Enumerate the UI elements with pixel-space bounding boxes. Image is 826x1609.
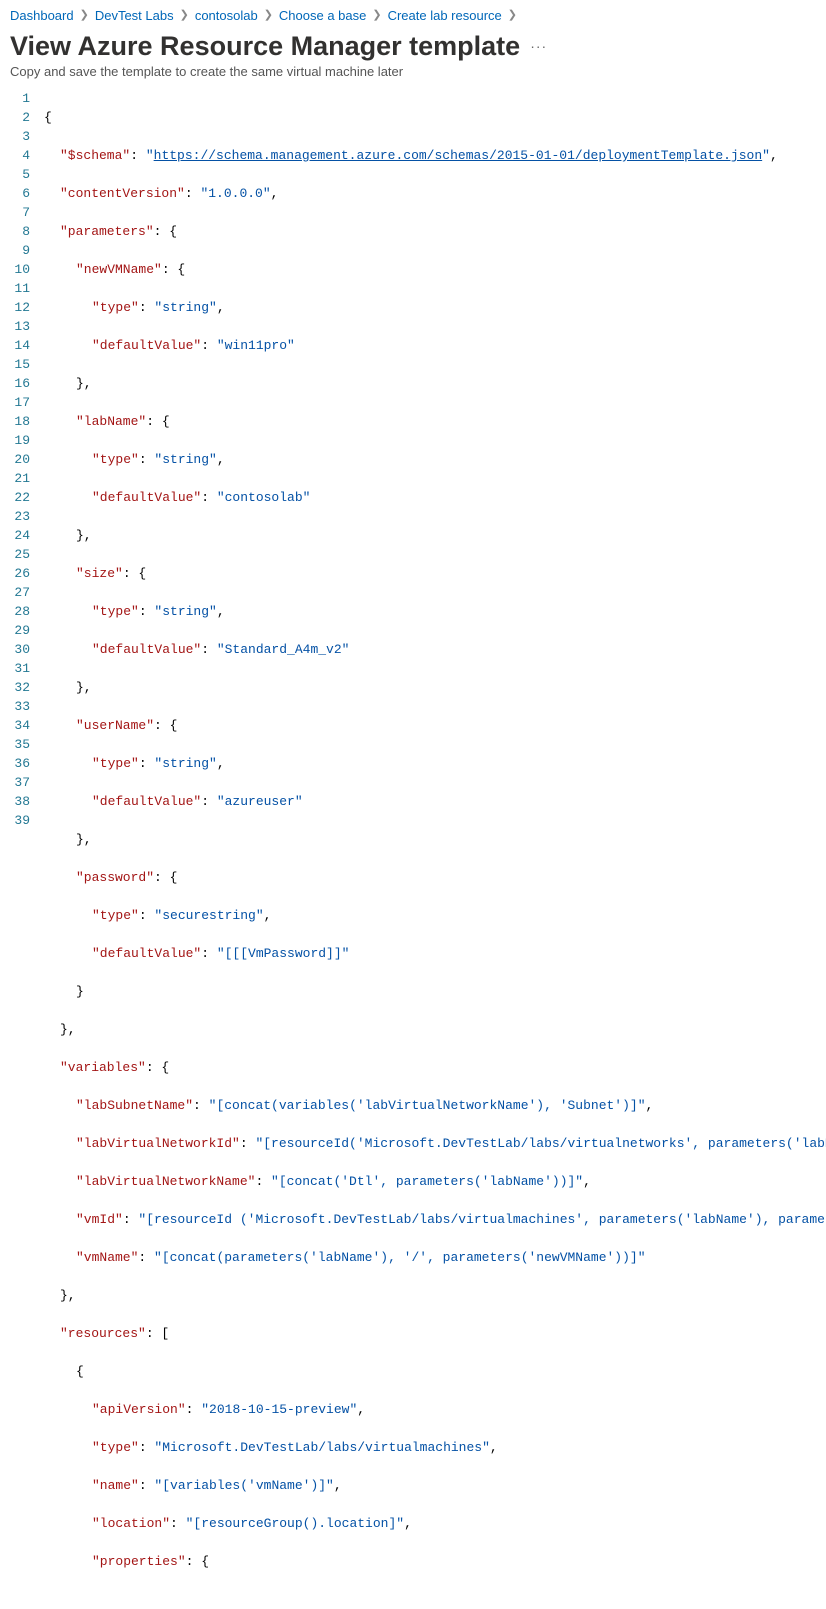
line-number: 3 xyxy=(0,127,30,146)
page-title: View Azure Resource Manager template xyxy=(10,31,520,62)
line-number: 34 xyxy=(0,716,30,735)
breadcrumb-devtest-labs[interactable]: DevTest Labs xyxy=(95,8,174,23)
line-number-gutter: 1234567891011121314151617181920212223242… xyxy=(0,89,44,1609)
line-number: 33 xyxy=(0,697,30,716)
line-number: 15 xyxy=(0,355,30,374)
line-number: 7 xyxy=(0,203,30,222)
page-subtitle: Copy and save the template to create the… xyxy=(0,62,826,89)
schema-link[interactable]: https://schema.management.azure.com/sche… xyxy=(154,148,763,163)
line-number: 29 xyxy=(0,621,30,640)
line-number: 13 xyxy=(0,317,30,336)
line-number: 18 xyxy=(0,412,30,431)
line-number: 23 xyxy=(0,507,30,526)
breadcrumb-dashboard[interactable]: Dashboard xyxy=(10,8,74,23)
code-content[interactable]: { "$schema": "https://schema.management.… xyxy=(44,89,826,1609)
chevron-right-icon: ❯ xyxy=(80,10,89,21)
line-number: 19 xyxy=(0,431,30,450)
line-number: 17 xyxy=(0,393,30,412)
breadcrumb-create-lab-resource[interactable]: Create lab resource xyxy=(388,8,502,23)
breadcrumb-choose-base[interactable]: Choose a base xyxy=(279,8,366,23)
line-number: 4 xyxy=(0,146,30,165)
line-number: 10 xyxy=(0,260,30,279)
line-number: 27 xyxy=(0,583,30,602)
line-number: 12 xyxy=(0,298,30,317)
chevron-right-icon: ❯ xyxy=(372,10,381,21)
more-actions-button[interactable]: ··· xyxy=(530,38,547,56)
line-number: 26 xyxy=(0,564,30,583)
line-number: 9 xyxy=(0,241,30,260)
line-number: 2 xyxy=(0,108,30,127)
line-number: 31 xyxy=(0,659,30,678)
line-number: 5 xyxy=(0,165,30,184)
code-editor[interactable]: 1234567891011121314151617181920212223242… xyxy=(0,89,826,1609)
line-number: 21 xyxy=(0,469,30,488)
line-number: 35 xyxy=(0,735,30,754)
line-number: 22 xyxy=(0,488,30,507)
line-number: 25 xyxy=(0,545,30,564)
line-number: 14 xyxy=(0,336,30,355)
line-number: 38 xyxy=(0,792,30,811)
line-number: 32 xyxy=(0,678,30,697)
line-number: 39 xyxy=(0,811,30,830)
breadcrumb: Dashboard ❯ DevTest Labs ❯ contosolab ❯ … xyxy=(0,0,826,27)
breadcrumb-contosolab[interactable]: contosolab xyxy=(195,8,258,23)
line-number: 11 xyxy=(0,279,30,298)
line-number: 30 xyxy=(0,640,30,659)
line-number: 1 xyxy=(0,89,30,108)
line-number: 8 xyxy=(0,222,30,241)
line-number: 24 xyxy=(0,526,30,545)
chevron-right-icon: ❯ xyxy=(264,10,273,21)
line-number: 16 xyxy=(0,374,30,393)
line-number: 20 xyxy=(0,450,30,469)
line-number: 37 xyxy=(0,773,30,792)
chevron-right-icon: ❯ xyxy=(508,10,517,21)
line-number: 6 xyxy=(0,184,30,203)
line-number: 36 xyxy=(0,754,30,773)
line-number: 28 xyxy=(0,602,30,621)
chevron-right-icon: ❯ xyxy=(180,10,189,21)
